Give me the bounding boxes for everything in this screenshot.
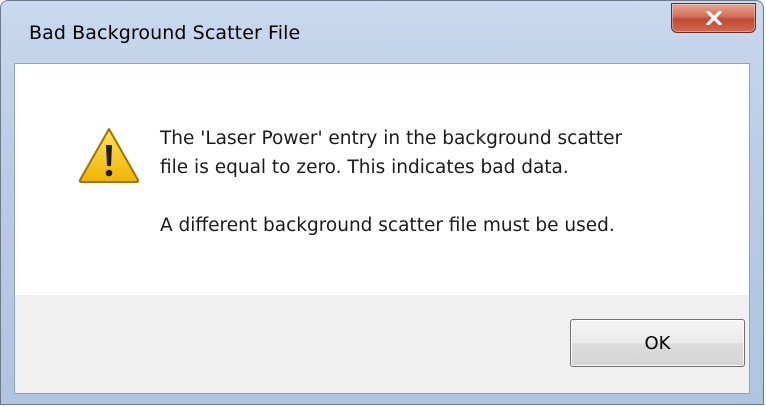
message-line: A different background scatter file must…	[160, 215, 615, 236]
dialog-window: Bad Background Scatter File The 'Laser P…	[0, 0, 764, 405]
close-icon	[705, 11, 722, 25]
close-button[interactable]	[671, 3, 756, 33]
title-bar[interactable]: Bad Background Scatter File	[1, 1, 763, 63]
warning-icon	[77, 126, 141, 184]
message-line: The 'Laser Power' entry in the backgroun…	[160, 128, 623, 149]
window-title: Bad Background Scatter File	[29, 22, 301, 44]
message-line: file is equal to zero. This indicates ba…	[160, 157, 569, 178]
ok-button[interactable]: OK	[570, 319, 745, 367]
message-text: The 'Laser Power' entry in the backgroun…	[160, 124, 720, 240]
message-area: The 'Laser Power' entry in the backgroun…	[15, 64, 749, 295]
dialog-body: The 'Laser Power' entry in the backgroun…	[14, 63, 750, 394]
